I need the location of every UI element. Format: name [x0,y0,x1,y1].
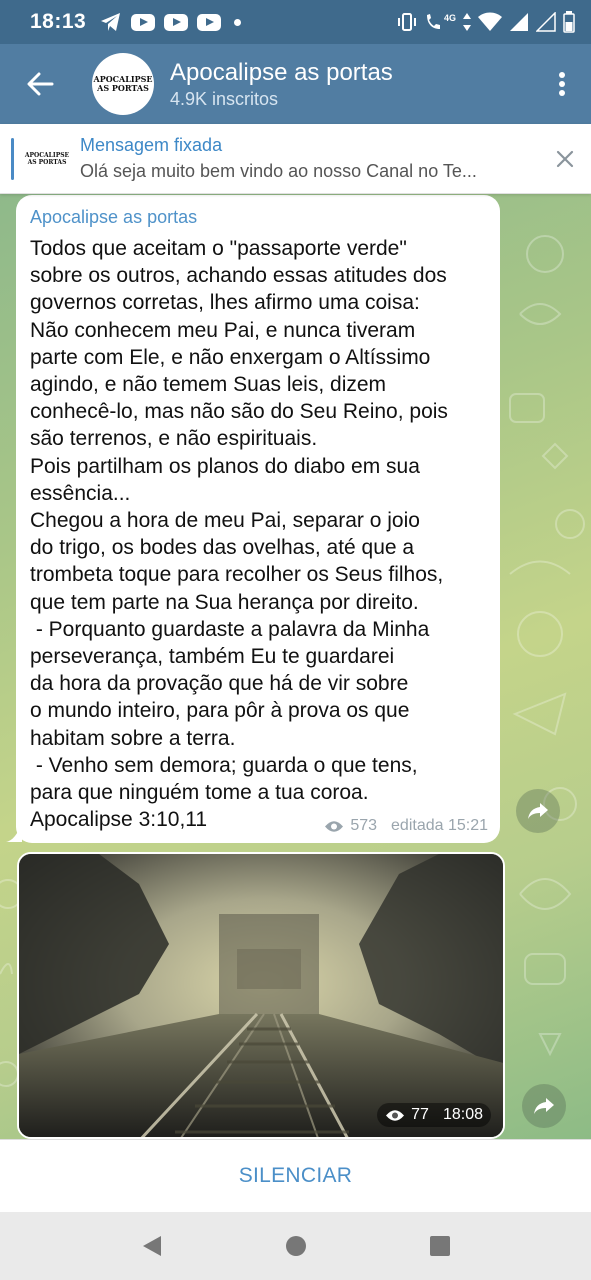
eye-icon [325,820,344,832]
view-count: 77 [411,1106,429,1123]
more-vertical-icon [559,72,565,96]
photo-message[interactable]: 77 18:08 [17,852,505,1139]
back-button[interactable] [0,44,80,124]
pinned-indicator [11,137,14,180]
forward-button[interactable] [522,1084,566,1128]
pinned-message-bar[interactable]: APOCALIPSE AS PORTAS Mensagem fixada Olá… [0,124,591,194]
channel-avatar[interactable]: APOCALIPSE AS PORTAS [92,53,154,115]
nav-back-icon[interactable] [141,1234,163,1258]
avatar-text: AS PORTAS [97,83,149,93]
vibrate-icon [397,13,416,31]
close-pinned-button[interactable] [539,150,591,168]
signal-icon [510,13,528,31]
message-author[interactable]: Apocalipse as portas [30,207,486,228]
status-time: 18:13 [30,10,87,33]
wifi-call-icon [426,14,440,29]
notification-icons [100,12,242,32]
arrow-left-icon [27,72,54,96]
channel-title: Apocalipse as portas [170,58,393,86]
thumb-text: AS PORTAS [27,158,67,166]
photo-meta: 77 18:08 [377,1103,491,1127]
pinned-preview: Olá seja muito bem vindo ao nosso Canal … [80,161,477,181]
system-nav-bar [0,1212,591,1280]
message-bubble[interactable]: Apocalipse as portas Todos que aceitam o… [16,195,500,843]
pinned-content: Mensagem fixada Olá seja muito bem vindo… [80,135,530,182]
pinned-title: Mensagem fixada [80,135,223,155]
eye-icon [386,1109,405,1121]
share-arrow-icon [528,803,548,819]
status-bar: 18:13 4G [0,0,591,44]
battery-icon [563,11,575,33]
message-time: editada 15:21 [391,817,488,834]
data-arrows-icon [463,13,471,31]
mute-button[interactable]: SILENCIAR [0,1139,591,1212]
chat-area[interactable]: Apocalipse as portas Todos que aceitam o… [0,194,591,1139]
system-icons: 4G [396,11,575,33]
view-count: 573 [350,817,378,834]
message-meta: 573 editada 15:21 [324,817,488,835]
mute-label: SILENCIAR [238,1164,353,1187]
dot-icon [234,18,242,26]
more-options-button[interactable] [533,44,591,124]
train-photo [19,854,503,1137]
youtube-icon [197,13,222,31]
network-type: 4G [443,13,456,23]
pinned-thumbnail: APOCALIPSE AS PORTAS [24,136,70,182]
wifi-icon [478,12,502,31]
message-text: Todos que aceitam o "passaporte verde" s… [30,237,448,832]
nav-home-icon[interactable] [284,1234,308,1258]
youtube-icon [131,13,156,31]
close-icon [556,150,574,167]
youtube-icon [164,13,189,31]
thumb-text: APOCALIPSE [24,151,70,159]
nav-recents-icon[interactable] [429,1235,451,1257]
subscriber-count: 4.9K inscritos [170,88,279,109]
chat-header: APOCALIPSE AS PORTAS Apocalipse as porta… [0,44,591,124]
telegram-icon [101,13,121,31]
channel-info[interactable]: Apocalipse as portas 4.9K inscritos [170,59,393,110]
message-time: 18:08 [442,1106,483,1123]
forward-button[interactable] [516,789,560,833]
signal-icon [536,12,556,32]
share-arrow-icon [534,1098,554,1114]
